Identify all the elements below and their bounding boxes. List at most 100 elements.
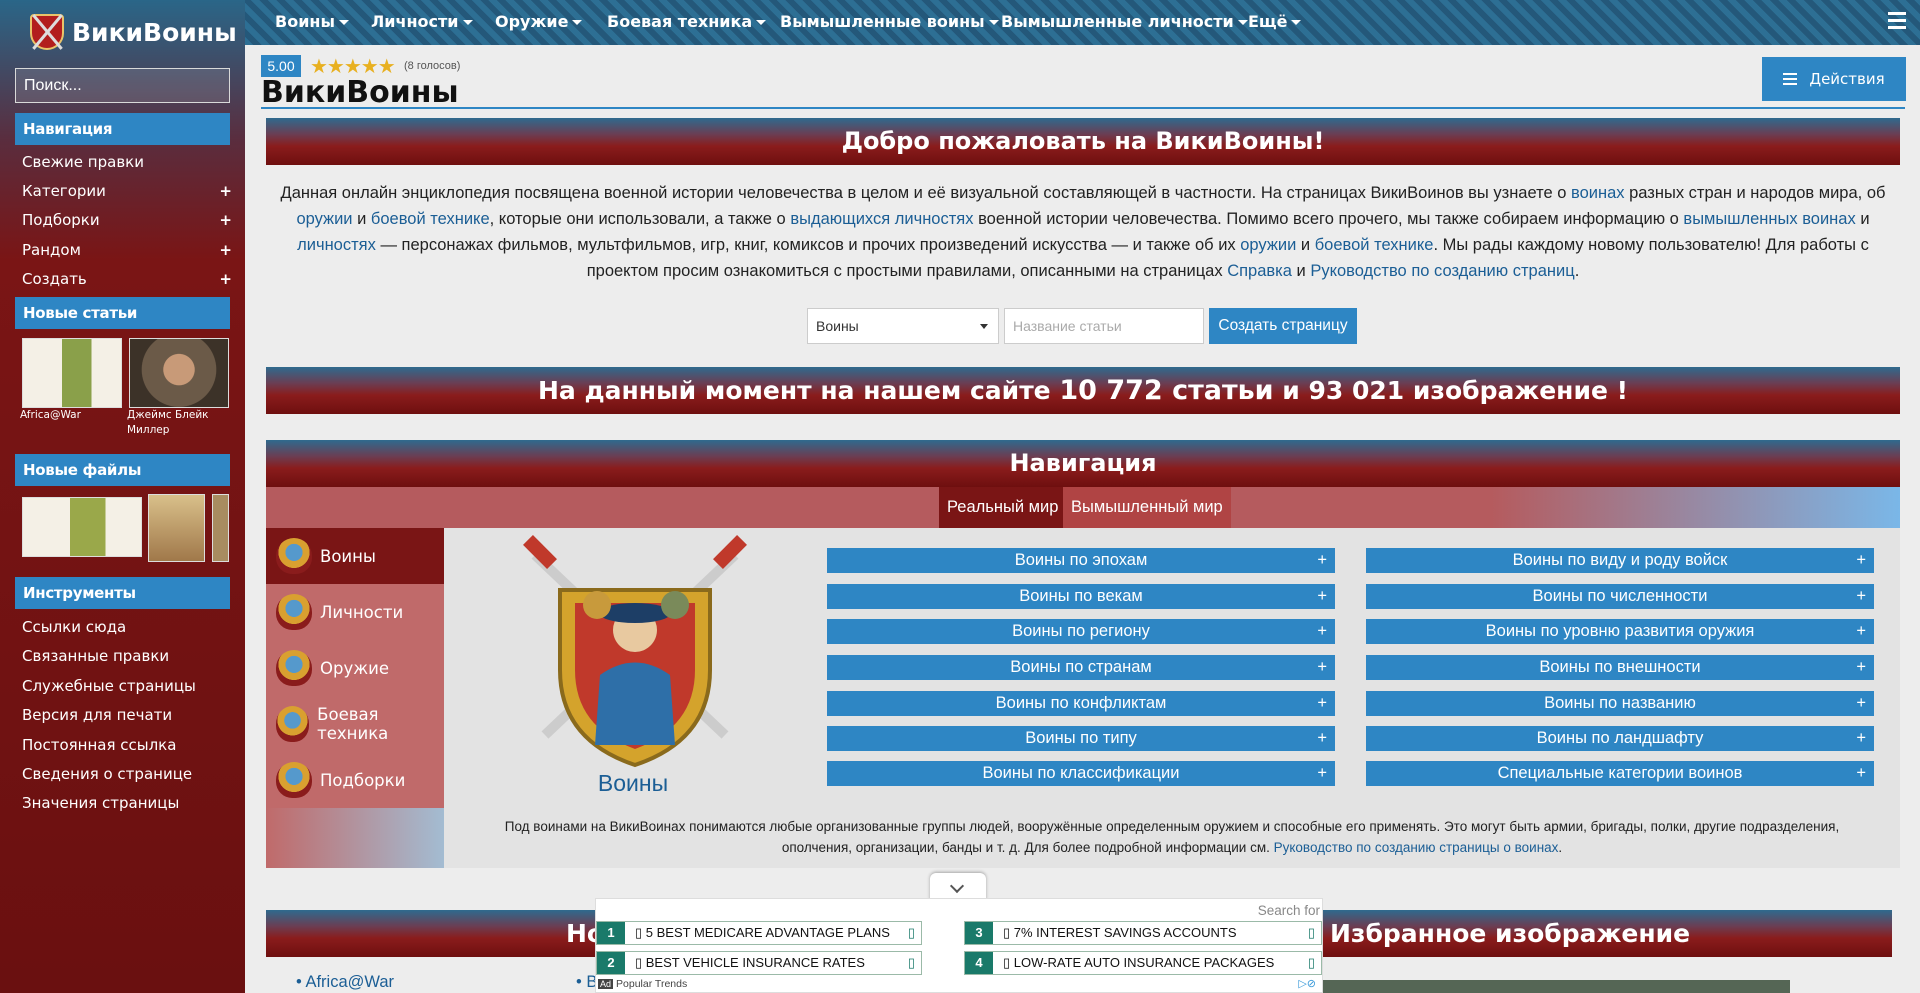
sidebar-item-related-changes[interactable]: Связанные правки bbox=[22, 647, 232, 665]
topnav-military-equipment[interactable]: Боевая техника bbox=[607, 12, 767, 31]
expand-icon[interactable]: + bbox=[1317, 548, 1327, 573]
navbar-warriors-by-classification[interactable]: Воины по классификации + bbox=[827, 761, 1335, 786]
navbox-tabs: Реальный мир Вымышленный мир bbox=[266, 487, 1900, 528]
sidebar-item-page-values[interactable]: Значения страницы bbox=[22, 794, 232, 812]
sidebar-item-special-pages[interactable]: Служебные страницы bbox=[22, 677, 232, 695]
expand-icon[interactable]: + bbox=[1317, 726, 1327, 751]
navbar-warriors-by-size[interactable]: Воины по численности + bbox=[1366, 584, 1874, 609]
expand-icon[interactable]: + bbox=[1317, 655, 1327, 680]
article-count: 10 772 статьи bbox=[1059, 375, 1274, 406]
topnav-more[interactable]: Ещё bbox=[1248, 12, 1302, 31]
file-thumbnail[interactable] bbox=[22, 497, 142, 557]
sidebar: ВикиВоины Навигация Свежие правки Катего… bbox=[0, 0, 245, 993]
topnav-warriors[interactable]: Воины bbox=[275, 12, 349, 31]
ad-item[interactable]: 4 ▯ LOW-RATE AUTO INSURANCE PACKAGES ▯ bbox=[964, 951, 1322, 975]
actions-button[interactable]: Действия bbox=[1762, 57, 1906, 101]
expand-icon[interactable]: + bbox=[1856, 655, 1866, 680]
expand-icon[interactable]: + bbox=[1317, 691, 1327, 716]
thumbnail-africa-at-war[interactable] bbox=[22, 338, 122, 408]
link-weapons[interactable]: оружии bbox=[296, 210, 352, 228]
expand-icon[interactable]: + bbox=[1856, 726, 1866, 751]
expand-icon[interactable]: + bbox=[1317, 619, 1327, 644]
ad-footer: Ad Popular Trends bbox=[598, 978, 688, 990]
navbar-special-categories[interactable]: Специальные категории воинов + bbox=[1366, 761, 1874, 786]
list-item[interactable]: • Africa@War bbox=[296, 973, 394, 992]
ad-item[interactable]: 3 ▯ 7% INTEREST SAVINGS ACCOUNTS ▯ bbox=[964, 921, 1322, 945]
topnav-fictional-personalities[interactable]: Вымышленные личности bbox=[1001, 12, 1248, 31]
link-military-equipment[interactable]: боевой технике bbox=[371, 210, 490, 228]
create-page-button[interactable]: Создать страницу bbox=[1209, 308, 1357, 344]
navbox-category-warriors[interactable]: Воины bbox=[266, 528, 444, 584]
sidebar-item-random[interactable]: Рандом + bbox=[22, 241, 232, 259]
tab-real-world[interactable]: Реальный мир bbox=[939, 487, 1067, 528]
topnav-weapons[interactable]: Оружие bbox=[495, 12, 583, 31]
navbar-warriors-by-appearance[interactable]: Воины по внешности + bbox=[1366, 655, 1874, 680]
expand-icon[interactable]: + bbox=[1856, 584, 1866, 609]
ad-item[interactable]: 2 ▯ BEST VEHICLE INSURANCE RATES ▯ bbox=[596, 951, 922, 975]
navbox-category-equipment[interactable]: Боевая техника bbox=[266, 696, 444, 752]
sidebar-item-categories[interactable]: Категории + bbox=[22, 182, 232, 200]
navbar-warriors-by-region[interactable]: Воины по региону + bbox=[827, 619, 1335, 644]
link-fictional-warriors[interactable]: вымышленных воинах bbox=[1683, 210, 1855, 228]
navbar-warriors-by-type[interactable]: Воины по типу + bbox=[827, 726, 1335, 751]
thumbnail-caption[interactable]: Джеймс Блейк Миллер bbox=[127, 408, 227, 438]
link-creation-guide[interactable]: Руководство по созданию страниц bbox=[1310, 262, 1574, 280]
navbox-category-collections[interactable]: Подборки bbox=[266, 752, 444, 808]
expand-icon[interactable]: + bbox=[1317, 761, 1327, 786]
hamburger-menu-icon[interactable] bbox=[1888, 12, 1906, 33]
caret-down-icon bbox=[1291, 20, 1302, 25]
expand-icon[interactable]: + bbox=[1317, 584, 1327, 609]
navbar-warriors-by-name[interactable]: Воины по названию + bbox=[1366, 691, 1874, 716]
sidebar-item-recent-changes[interactable]: Свежие правки bbox=[22, 153, 232, 171]
navbar-warriors-by-century[interactable]: Воины по векам + bbox=[827, 584, 1335, 609]
thumbnail-caption[interactable]: Africa@War bbox=[20, 408, 120, 423]
ad-search-label[interactable]: Search for bbox=[1258, 903, 1320, 918]
link-fictional-weapons[interactable]: оружии bbox=[1240, 236, 1296, 254]
expand-icon[interactable]: + bbox=[1856, 691, 1866, 716]
sidebar-item-what-links-here[interactable]: Ссылки сюда bbox=[22, 618, 232, 636]
thumbnail-james-blake-miller[interactable] bbox=[129, 338, 229, 408]
featured-image[interactable] bbox=[1322, 980, 1790, 993]
site-logo[interactable]: ВикиВоины bbox=[30, 10, 237, 54]
sidebar-new-files-header: Новые файлы bbox=[15, 454, 230, 486]
sidebar-item-create[interactable]: Создать + bbox=[22, 270, 232, 288]
collapse-ad-chevron-icon[interactable] bbox=[930, 873, 986, 901]
navbar-warriors-by-branch[interactable]: Воины по виду и роду войск + bbox=[1366, 548, 1874, 573]
file-thumbnail[interactable] bbox=[212, 494, 229, 562]
search-input[interactable] bbox=[15, 68, 230, 103]
sidebar-item-collections[interactable]: Подборки + bbox=[22, 211, 232, 229]
sidebar-item-printable-version[interactable]: Версия для печати bbox=[22, 706, 232, 724]
navbar-warriors-by-landscape[interactable]: Воины по ландшафту + bbox=[1366, 726, 1874, 751]
expand-icon[interactable]: + bbox=[1856, 548, 1866, 573]
emblem-caption[interactable]: Воины bbox=[553, 770, 713, 797]
navbar-warriors-by-country[interactable]: Воины по странам + bbox=[827, 655, 1335, 680]
navbar-warriors-by-weapon-level[interactable]: Воины по уровню развития оружия + bbox=[1366, 619, 1874, 644]
ad-item[interactable]: 1 ▯ 5 BEST MEDICARE ADVANTAGE PLANS ▯ bbox=[596, 921, 922, 945]
navbox-category-weapons[interactable]: Оружие bbox=[266, 640, 444, 696]
article-type-select[interactable]: Воины bbox=[807, 308, 999, 344]
topnav-personalities[interactable]: Личности bbox=[371, 12, 473, 31]
link-warriors[interactable]: воинах bbox=[1571, 184, 1625, 202]
arrow-icon: ▯ bbox=[1307, 955, 1315, 970]
link-fictional-personalities[interactable]: личностях bbox=[297, 236, 376, 254]
sidebar-item-permanent-link[interactable]: Постоянная ссылка bbox=[22, 736, 232, 754]
expand-icon[interactable]: + bbox=[219, 182, 232, 200]
navbar-warriors-by-era[interactable]: Воины по эпохам + bbox=[827, 548, 1335, 573]
topnav-fictional-warriors[interactable]: Вымышленные воины bbox=[780, 12, 999, 31]
navbar-warriors-by-conflict[interactable]: Воины по конфликтам + bbox=[827, 691, 1335, 716]
adchoices-icon[interactable]: ▷⊘ bbox=[1298, 977, 1316, 990]
expand-icon[interactable]: + bbox=[219, 211, 232, 229]
navbox-category-personalities[interactable]: Личности bbox=[266, 584, 444, 640]
link-warriors-guide[interactable]: Руководство по созданию страницы о воина… bbox=[1274, 840, 1559, 855]
tab-fictional-world[interactable]: Вымышленный мир bbox=[1063, 487, 1231, 528]
expand-icon[interactable]: + bbox=[219, 241, 232, 259]
expand-icon[interactable]: + bbox=[1856, 761, 1866, 786]
expand-icon[interactable]: + bbox=[219, 270, 232, 288]
link-help[interactable]: Справка bbox=[1227, 262, 1292, 280]
article-title-input[interactable] bbox=[1004, 308, 1204, 344]
link-outstanding-personalities[interactable]: выдающихся личностях bbox=[790, 210, 973, 228]
file-thumbnail[interactable] bbox=[148, 494, 205, 562]
link-fictional-equipment[interactable]: боевой технике bbox=[1315, 236, 1434, 254]
sidebar-item-page-info[interactable]: Сведения о странице bbox=[22, 765, 232, 783]
expand-icon[interactable]: + bbox=[1856, 619, 1866, 644]
